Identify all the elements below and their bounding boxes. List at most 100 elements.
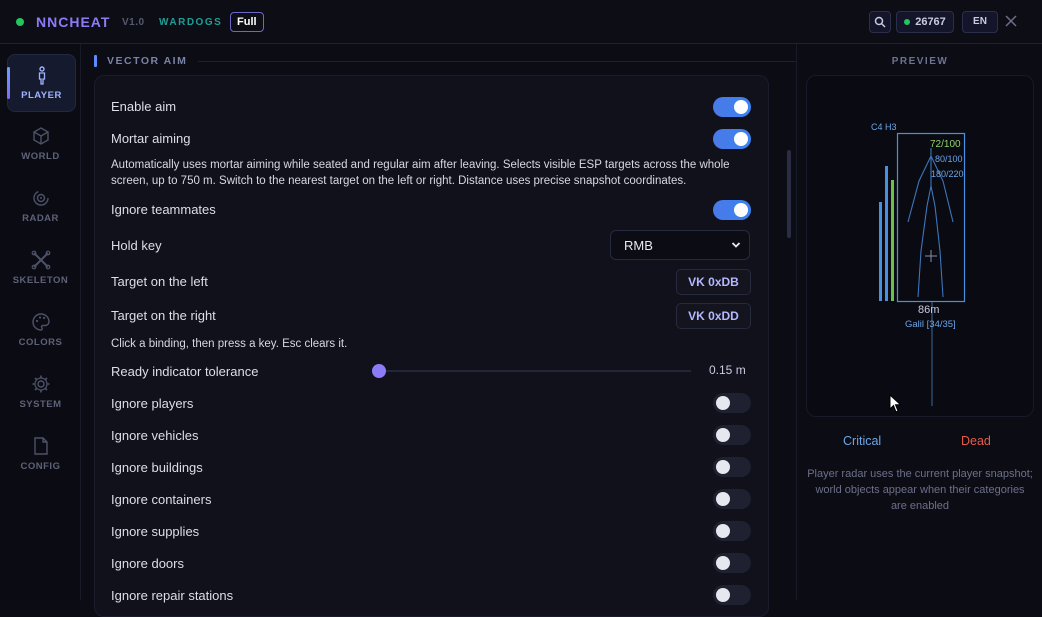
enable-aim-label: Enable aim bbox=[111, 99, 177, 114]
ignore-vehicles-toggle[interactable] bbox=[713, 425, 751, 445]
search-icon bbox=[874, 16, 886, 28]
mortar-aiming-toggle[interactable] bbox=[713, 129, 751, 149]
sidebar-item-label: SKELETON bbox=[12, 275, 69, 286]
ignore-repair-stations-label: Ignore repair stations bbox=[111, 588, 234, 603]
ignore-supplies-toggle[interactable] bbox=[713, 521, 751, 541]
sidebar: PLAYER WORLD RADAR SKELETON COLORS SYSTE… bbox=[0, 44, 81, 600]
ignore-players-toggle[interactable] bbox=[713, 393, 751, 413]
skeleton-icon bbox=[31, 250, 51, 270]
sidebar-item-system[interactable]: SYSTEM bbox=[7, 364, 74, 420]
preview-note: Player radar uses the current player sna… bbox=[807, 468, 1033, 512]
sidebar-item-radar[interactable]: RADAR bbox=[7, 178, 74, 234]
sidebar-item-label: COLORS bbox=[18, 337, 63, 348]
credits-badge: 26767 bbox=[896, 11, 954, 33]
legend-critical: Critical bbox=[843, 434, 882, 448]
hold-key-select[interactable]: RMB bbox=[610, 230, 750, 260]
sidebar-item-label: RADAR bbox=[22, 213, 59, 224]
ready-tolerance-label: Ready indicator tolerance bbox=[111, 364, 259, 379]
online-dot bbox=[904, 19, 911, 25]
status-dot bbox=[16, 18, 24, 26]
close-icon bbox=[1005, 15, 1017, 27]
section-title: VECTOR AIM bbox=[107, 55, 188, 67]
sidebar-item-colors[interactable]: COLORS bbox=[7, 302, 74, 358]
esp-preview-graphic: C4 H3 72/100 80/100 180/220 86m Galil [3… bbox=[871, 122, 966, 406]
sidebar-item-label: SYSTEM bbox=[19, 399, 62, 410]
main-scrollbar-thumb[interactable] bbox=[787, 150, 791, 238]
ignore-vehicles-label: Ignore vehicles bbox=[111, 428, 199, 443]
ignore-buildings-toggle[interactable] bbox=[713, 457, 751, 477]
gear-icon bbox=[32, 375, 50, 393]
ignore-containers-toggle[interactable] bbox=[713, 489, 751, 509]
cube-icon bbox=[33, 127, 49, 145]
ignore-players-label: Ignore players bbox=[111, 396, 194, 411]
armor-bar bbox=[879, 202, 882, 301]
binding-hint: Click a binding, then press a key. Esc c… bbox=[111, 338, 348, 350]
sidebar-item-label: PLAYER bbox=[21, 90, 62, 101]
main-scrollbar[interactable] bbox=[785, 44, 795, 600]
hold-key-value: RMB bbox=[624, 238, 653, 253]
toggle-knob bbox=[716, 492, 730, 506]
mouse-cursor-icon bbox=[889, 394, 902, 413]
toggle-knob bbox=[734, 100, 748, 114]
chevron-down-icon bbox=[731, 242, 741, 248]
sidebar-item-world[interactable]: WORLD bbox=[7, 116, 74, 172]
search-button[interactable] bbox=[869, 11, 891, 33]
preview-panel: PREVIEW C4 H3 72/100 80/100 180/220 86m … bbox=[796, 44, 1042, 600]
close-button[interactable] bbox=[1003, 11, 1019, 31]
brand-label: WARDOGS bbox=[159, 17, 223, 28]
ignore-containers-label: Ignore containers bbox=[111, 492, 212, 507]
sidebar-item-config[interactable]: CONFIG bbox=[7, 426, 74, 482]
toggle-knob bbox=[716, 556, 730, 570]
preview-armor-text: 80/100 bbox=[935, 154, 963, 164]
sidebar-item-player[interactable]: PLAYER bbox=[7, 54, 76, 112]
settings-panel: Enable aim Mortar aiming Automatically u… bbox=[94, 75, 769, 617]
language-button[interactable]: EN bbox=[962, 11, 998, 33]
radar-icon bbox=[33, 190, 49, 206]
hold-key-label: Hold key bbox=[111, 238, 162, 253]
ready-tolerance-slider-handle[interactable] bbox=[372, 364, 386, 378]
palette-icon bbox=[32, 313, 50, 331]
preview-weapon: Galil [34/35] bbox=[905, 319, 956, 330]
toggle-knob bbox=[716, 460, 730, 474]
enable-aim-toggle[interactable] bbox=[713, 97, 751, 117]
ready-tolerance-slider-track[interactable] bbox=[379, 370, 691, 372]
health-bar-secondary bbox=[885, 166, 888, 301]
health-bar bbox=[891, 180, 894, 301]
ignore-supplies-label: Ignore supplies bbox=[111, 524, 200, 539]
preview-tag: C4 H3 bbox=[871, 122, 897, 132]
ignore-doors-label: Ignore doors bbox=[111, 556, 184, 571]
ignore-doors-toggle[interactable] bbox=[713, 553, 751, 573]
preview-health-text: 72/100 bbox=[930, 139, 961, 150]
version-label: V1.0 bbox=[122, 17, 145, 28]
sidebar-item-label: CONFIG bbox=[20, 461, 61, 472]
target-left-key-button[interactable]: VK 0xDB bbox=[676, 269, 751, 295]
mortar-description: Automatically uses mortar aiming while s… bbox=[111, 159, 730, 187]
target-right-key-button[interactable]: VK 0xDD bbox=[676, 303, 751, 329]
credits-value: 26767 bbox=[915, 16, 946, 28]
section-accent-bar bbox=[94, 55, 97, 67]
ignore-teammates-toggle[interactable] bbox=[713, 200, 751, 220]
toggle-knob bbox=[716, 524, 730, 538]
toggle-knob bbox=[734, 132, 748, 146]
target-right-label: Target on the right bbox=[111, 308, 216, 323]
sidebar-item-skeleton[interactable]: SKELETON bbox=[7, 240, 74, 296]
license-badge: Full bbox=[230, 12, 264, 32]
preview-canvas: C4 H3 72/100 80/100 180/220 86m Galil [3… bbox=[806, 75, 1034, 417]
preview-ammo-text: 180/220 bbox=[931, 169, 964, 179]
preview-distance: 86m bbox=[918, 304, 939, 316]
app-title: NNCHEAT bbox=[36, 14, 111, 30]
person-icon bbox=[38, 66, 46, 85]
mortar-aiming-label: Mortar aiming bbox=[111, 131, 191, 146]
ignore-repair-stations-toggle[interactable] bbox=[713, 585, 751, 605]
ready-tolerance-value: 0.15 m bbox=[709, 363, 746, 377]
top-bar: NNCHEAT V1.0 WARDOGS Full 26767 EN bbox=[0, 0, 1042, 44]
section-divider bbox=[198, 61, 866, 62]
ignore-teammates-label: Ignore teammates bbox=[111, 202, 216, 217]
file-icon bbox=[34, 437, 48, 455]
sidebar-item-label: WORLD bbox=[21, 151, 60, 162]
toggle-knob bbox=[716, 396, 730, 410]
ignore-buildings-label: Ignore buildings bbox=[111, 460, 203, 475]
preview-title: PREVIEW bbox=[891, 56, 949, 67]
target-left-label: Target on the left bbox=[111, 274, 208, 289]
toggle-knob bbox=[734, 203, 748, 217]
